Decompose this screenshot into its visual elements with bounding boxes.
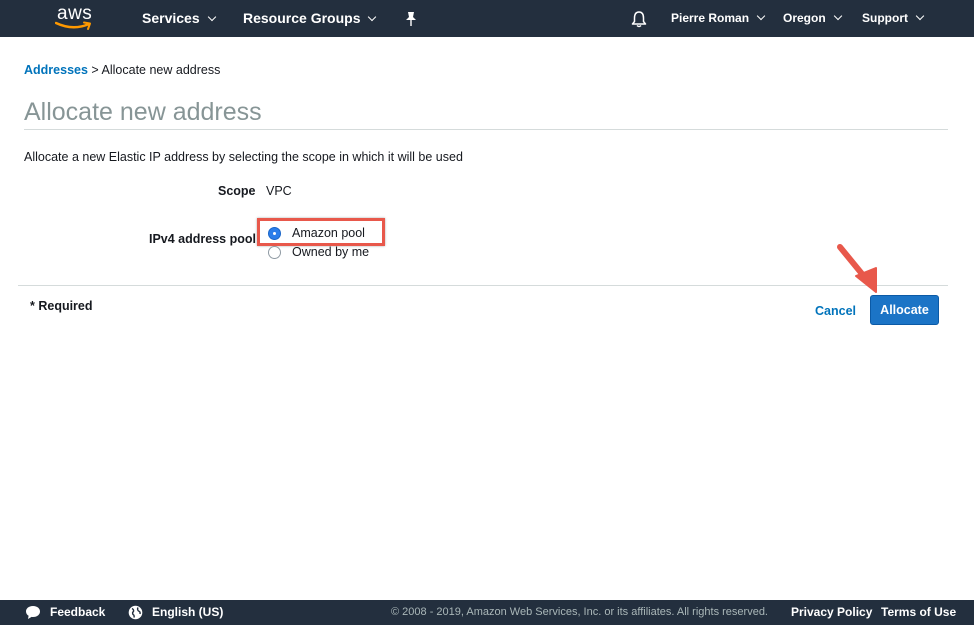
breadcrumb: Addresses > Allocate new address [24, 63, 220, 77]
user-menu[interactable]: Pierre Roman [671, 0, 766, 37]
region-menu[interactable]: Oregon [783, 0, 842, 37]
services-menu[interactable]: Services [142, 0, 216, 37]
footer-bar: Feedback English (US) © 2008 - 2019, Ama… [0, 600, 974, 625]
support-menu[interactable]: Support [862, 0, 925, 37]
amazon-pool-label[interactable]: Amazon pool [292, 226, 365, 240]
aws-smile-icon [55, 21, 91, 30]
cancel-button[interactable]: Cancel [815, 304, 856, 318]
amazon-pool-radio[interactable] [268, 227, 281, 240]
pin-icon[interactable] [404, 11, 418, 27]
region-label: Oregon [783, 11, 826, 25]
title-divider [24, 129, 948, 130]
bell-icon[interactable] [631, 10, 647, 28]
chevron-down-icon [915, 11, 925, 21]
scope-label: Scope [218, 184, 256, 198]
page-title: Allocate new address [24, 98, 262, 126]
owned-by-me-radio[interactable] [268, 246, 281, 259]
feedback-link[interactable]: Feedback [50, 600, 105, 625]
services-label: Services [142, 10, 200, 26]
chevron-down-icon [368, 12, 377, 22]
chevron-down-icon [833, 11, 842, 21]
ipv4-pool-label: IPv4 address pool [149, 232, 256, 246]
privacy-policy-link[interactable]: Privacy Policy [791, 600, 872, 625]
breadcrumb-separator: > [91, 63, 99, 77]
page-description: Allocate a new Elastic IP address by sel… [24, 150, 463, 164]
globe-icon [128, 605, 143, 620]
scope-value: VPC [266, 184, 292, 198]
aws-logo[interactable]: aws [55, 3, 95, 33]
speech-bubble-icon [26, 606, 40, 619]
arrow-annotation-icon [837, 244, 877, 293]
required-note: * Required [30, 299, 93, 313]
form-divider [18, 285, 948, 286]
resource-groups-menu[interactable]: Resource Groups [243, 0, 377, 37]
top-navigation-bar: aws Services Resource Groups Pierre Roma… [0, 0, 974, 37]
copyright-text: © 2008 - 2019, Amazon Web Services, Inc.… [391, 606, 768, 618]
user-label: Pierre Roman [671, 11, 750, 25]
breadcrumb-current: Allocate new address [101, 63, 221, 77]
terms-of-use-link[interactable]: Terms of Use [881, 600, 956, 625]
resource-groups-label: Resource Groups [243, 10, 361, 26]
allocate-button[interactable]: Allocate [870, 295, 939, 325]
support-label: Support [862, 11, 908, 25]
language-selector[interactable]: English (US) [152, 600, 223, 625]
chevron-down-icon [756, 11, 766, 21]
chevron-down-icon [207, 12, 216, 22]
owned-by-me-label[interactable]: Owned by me [292, 245, 369, 259]
breadcrumb-addresses-link[interactable]: Addresses [24, 63, 88, 77]
